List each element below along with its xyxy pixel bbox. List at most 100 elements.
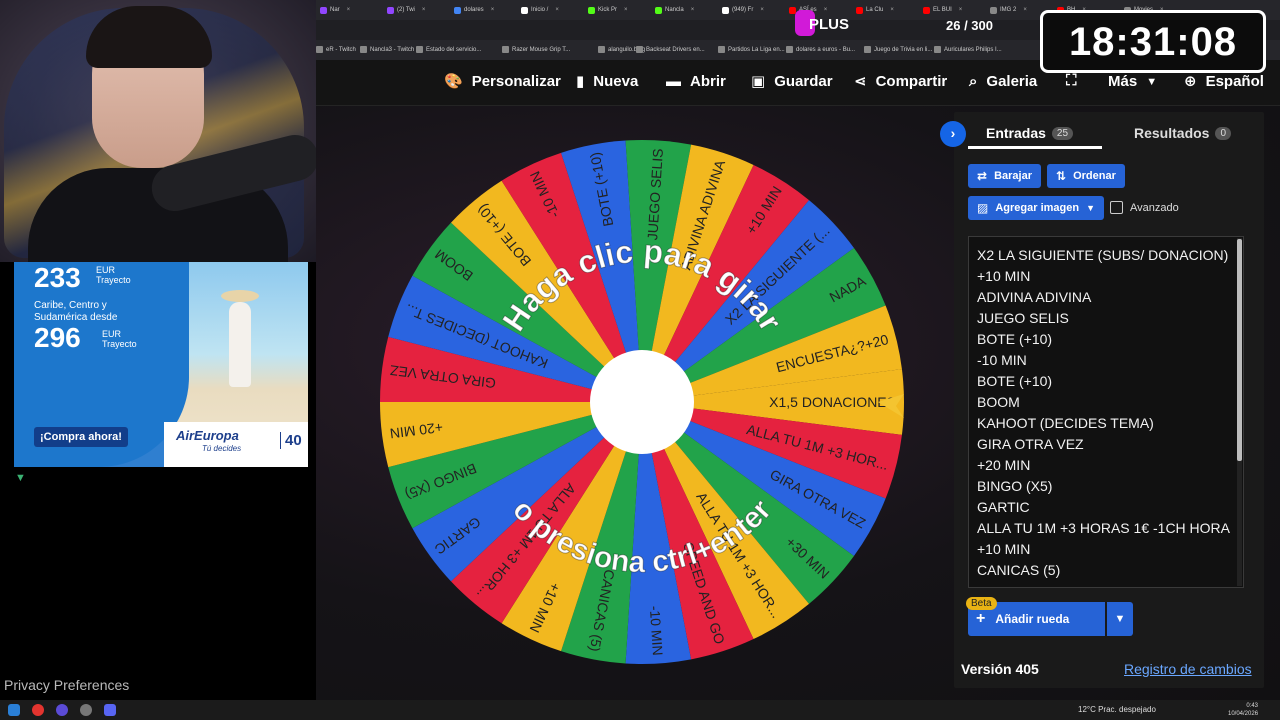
entries-textarea[interactable]: X2 LA SIGUIENTE (SUBS/ DONACION) +10 MIN A… [968,236,1244,588]
add-wheel-dropdown[interactable]: ▼ [1107,602,1133,636]
close-tab-icon[interactable]: × [824,7,828,13]
bookmark-label: eR - Twitch [326,46,356,53]
language-menu[interactable]: ⊕ Español [1184,73,1264,90]
globe-icon: ⊕ [1184,72,1197,90]
browser-tab[interactable]: (949) Fr × [722,3,764,17]
close-tab-icon[interactable]: × [555,7,559,13]
app-icon[interactable] [80,704,92,716]
spin-wheel[interactable]: X1,5 DONACIONESALLA TU 1M +3 HOR...GIRA … [378,138,906,666]
bookmark-favicon-icon [934,46,941,53]
tab-label: Nar [330,7,340,13]
entry-line: X2 LA SIGUIENTE (SUBS/ DONACION) [977,247,1229,263]
close-tab-icon[interactable]: × [347,7,351,13]
entry-line: BOTE (+10) [977,373,1053,389]
airline-ad[interactable]: 233 EUR Trayecto Caribe, Centro y Sudamér… [14,262,308,467]
save-button[interactable]: ▣ Guardar [751,73,833,90]
obs-icon[interactable] [56,704,68,716]
ad-anniversary-badge: 40 [280,432,302,449]
wheel-center[interactable] [590,350,694,454]
ad-price-2: 296 [34,322,81,353]
gallery-label: Galeria [986,73,1038,90]
system-clock[interactable]: 0:43 10/04/2026 [1228,702,1258,718]
bookmark-label: Razer Mouse Grip T... [512,46,571,53]
tab-favicon-icon [521,6,528,14]
shuffle-button[interactable]: ⇄ Barajar [968,164,1041,188]
bookmark-item[interactable]: Auriculares Philips I... [934,46,1002,53]
new-button[interactable]: ▮ Nueva [576,73,638,90]
close-tab-icon[interactable]: × [491,7,495,13]
folder-icon: ▬ [666,72,681,90]
weather-widget[interactable]: 12°C Prac. despejado [1078,705,1156,714]
woman-figure [229,302,251,387]
close-tab-icon[interactable]: × [760,7,764,13]
browser-tab[interactable]: IMG 2 × [990,3,1027,17]
bookmark-label: Partidos La Liga en... [728,46,785,53]
tab-favicon-icon [387,6,394,14]
bookmark-item[interactable]: dolares a euros - Bu... [786,46,855,53]
chrome-icon[interactable] [32,704,44,716]
bookmark-item[interactable]: Estado del servicio... [416,46,481,53]
advanced-label: Avanzado [1130,201,1179,214]
entries-scrollbar-thumb[interactable] [1237,239,1242,461]
close-tab-icon[interactable]: × [959,7,963,13]
image-icon: ▨ [977,201,989,215]
bookmark-item[interactable]: Razer Mouse Grip T... [502,46,570,53]
add-image-button[interactable]: ▨ Agregar imagen ▼ [968,196,1105,220]
tab-label: La Clu [866,7,884,13]
close-tab-icon[interactable]: × [1023,7,1027,13]
ad-choices-icon[interactable]: ▼ [15,472,26,484]
privacy-preferences-link[interactable]: Privacy Preferences [4,677,129,693]
tab-label: Nancla [665,7,684,13]
tab-label: Kick Pr [598,7,618,13]
ad-cta-button[interactable]: ¡Compra ahora! [34,427,128,447]
tab-entries[interactable]: Entradas 25 [986,125,1074,141]
bookmark-item[interactable]: Partidos La Liga en... [718,46,785,53]
bookmark-item[interactable]: eR - Twitch [316,46,356,53]
browser-tab[interactable]: Nar × [320,3,350,17]
wheel-segment-label: X1,5 DONACIONES [769,394,896,410]
caret-down-icon: ▼ [1114,613,1126,625]
results-count-badge: 0 [1215,126,1232,140]
bookmark-item[interactable]: Juego de Trivia en li... [864,46,932,53]
bookmark-item[interactable]: Nancla3 - Twitch [360,46,414,53]
bookmark-label: Nancla3 - Twitch [370,46,415,53]
beta-badge: Beta [966,597,997,610]
open-button[interactable]: ▬ Abrir [666,73,726,90]
browser-tab[interactable]: dolares × [454,3,494,17]
tab-favicon-icon [320,6,327,14]
browser-tab[interactable]: EL BUI × [923,3,962,17]
changelog-link[interactable]: Registro de cambios [1124,661,1252,677]
tab-results-label: Resultados [1134,125,1210,141]
close-tab-icon[interactable]: × [890,7,894,13]
gallery-button[interactable]: ⌕ Galeria [969,73,1037,90]
browser-tab[interactable]: (2) Twi × [387,3,425,17]
close-tab-icon[interactable]: × [422,7,426,13]
collapse-panel-button[interactable]: › [940,121,966,147]
close-tab-icon[interactable]: × [624,7,628,13]
bookmark-label: Auriculares Philips I... [944,46,1002,53]
browser-tab[interactable]: Kick Pr × [588,3,628,17]
more-menu[interactable]: Más ▼ [1108,73,1157,90]
share-button[interactable]: ⋖ Compartir [854,73,947,90]
customize-button[interactable]: 🎨 Personalizar [444,73,561,90]
bookmark-favicon-icon [416,46,423,53]
bookmark-item[interactable]: Backseat Drivers en... [636,46,705,53]
sort-button[interactable]: ⇅ Ordenar [1047,164,1125,188]
tab-results[interactable]: Resultados 0 [1134,125,1232,141]
browser-tab[interactable]: Nancla × [655,3,694,17]
fullscreen-button[interactable]: ⛶ [1066,73,1077,89]
discord-icon[interactable] [104,704,116,716]
save-icon: ▣ [751,72,766,90]
browser-tab[interactable]: Inicio / × [521,3,559,17]
ad-unit-1: EUR Trayecto [96,265,131,285]
add-wheel-label: Añadir rueda [995,612,1070,626]
tab-label: (949) Fr [732,7,754,13]
close-tab-icon[interactable]: × [691,7,695,13]
tab-favicon-icon [722,6,729,14]
language-label: Español [1205,73,1264,90]
start-icon[interactable] [8,704,20,716]
shuffle-icon: ⇄ [977,169,988,183]
tab-favicon-icon [990,6,997,14]
browser-tab[interactable]: La Clu × [856,3,894,17]
advanced-checkbox[interactable]: Avanzado [1110,201,1179,214]
